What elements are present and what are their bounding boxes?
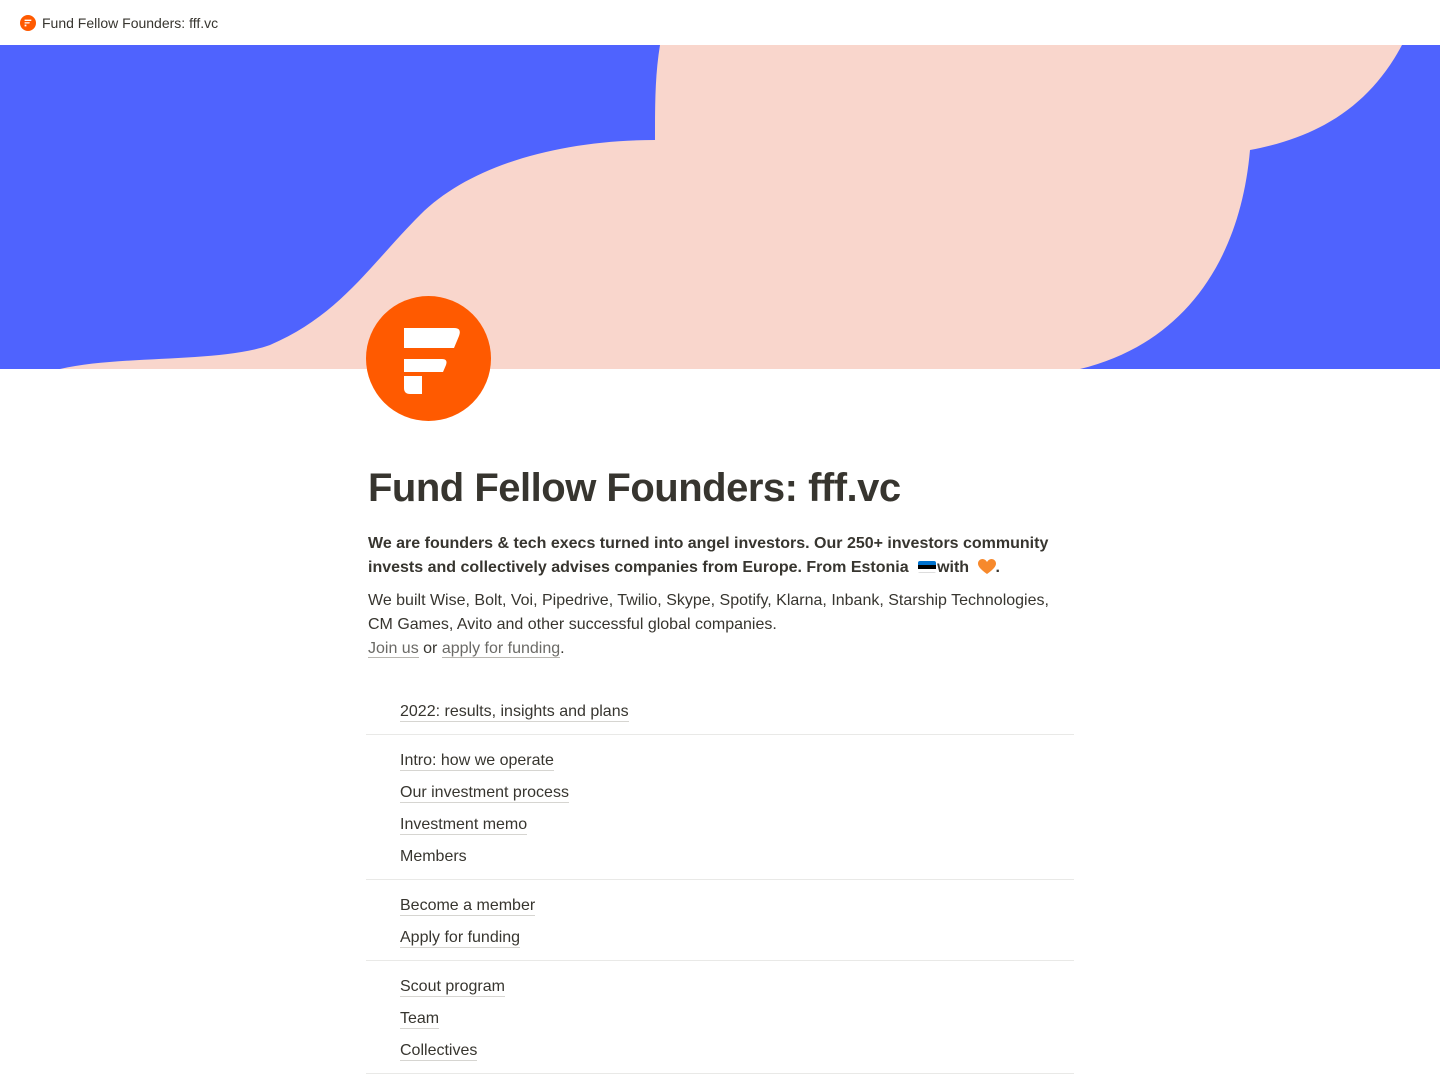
page-link-become-member[interactable]: Become a member (366, 890, 1074, 922)
page-link-team[interactable]: Team (366, 1003, 1074, 1035)
intro-text: We built Wise, Bolt, Voi, Pipedrive, Twi… (368, 592, 1049, 633)
page-link-members[interactable]: Members (366, 841, 1074, 873)
nav-group-join: Become a member Apply for funding (366, 880, 1074, 961)
page-link-investment-process[interactable]: Our investment process (366, 777, 1074, 809)
browser-tab-bar: Fund Fellow Founders: fff.vc (0, 0, 1440, 45)
page-link-intro[interactable]: Intro: how we operate (366, 745, 1074, 777)
nav-group-highlights: 2022: results, insights and plans (366, 692, 1074, 735)
page-title: Fund Fellow Founders: fff.vc (368, 466, 901, 510)
estonia-flag-icon (918, 561, 937, 573)
intro-bold-period: . (995, 559, 1000, 576)
page-link-scout-program[interactable]: Scout program (366, 971, 1074, 1003)
apply-for-funding-link[interactable]: apply for funding (441, 640, 561, 658)
page-link-apply-funding[interactable]: Apply for funding (366, 922, 1074, 954)
nav-group-programs: Scout program Team Collectives (366, 961, 1074, 1074)
or-text: or (418, 640, 442, 657)
fff-favicon-icon (20, 14, 36, 31)
page-link-investment-memo[interactable]: Investment memo (366, 809, 1074, 841)
orange-heart-icon (977, 559, 996, 583)
join-us-link[interactable]: Join us (368, 640, 419, 658)
end-period: . (560, 640, 565, 657)
intro-bold-paragraph: We are founders & tech execs turned into… (368, 532, 1074, 583)
tab-title[interactable]: Fund Fellow Founders: fff.vc (42, 15, 218, 31)
page-content: Fund Fellow Founders: fff.vc We are foun… (368, 460, 1074, 661)
page-link-2022-results[interactable]: 2022: results, insights and plans (366, 696, 1074, 728)
page-icon-logo (366, 296, 491, 421)
page-link-collectives[interactable]: Collectives (366, 1035, 1074, 1067)
cover-image (0, 45, 1440, 369)
page-links-list: 2022: results, insights and plans Intro:… (366, 692, 1074, 1074)
intro-bold-with: with (937, 559, 970, 576)
intro-paragraph: We built Wise, Bolt, Voi, Pipedrive, Twi… (368, 589, 1074, 661)
nav-group-about: Intro: how we operate Our investment pro… (366, 735, 1074, 880)
